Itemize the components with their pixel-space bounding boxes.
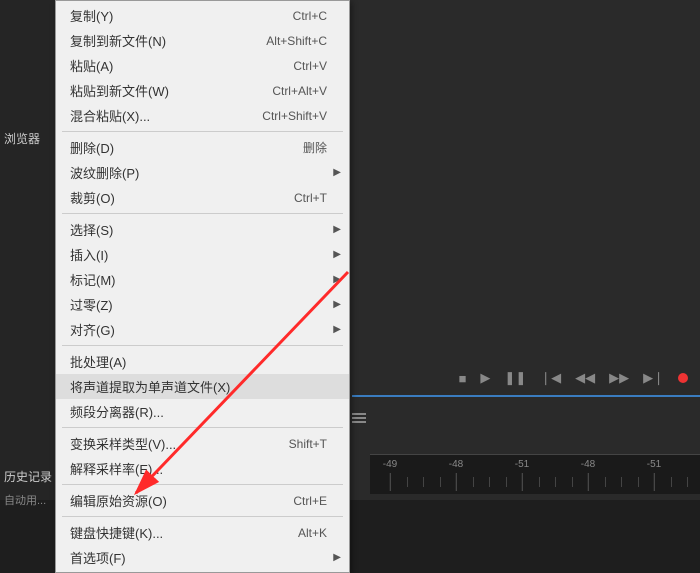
menu-shortcut: Shift+T: [289, 437, 327, 451]
menu-item[interactable]: 选择(S) ▶: [56, 217, 349, 242]
menu-separator: [62, 131, 343, 132]
submenu-arrow-icon: ▶: [333, 274, 341, 285]
left-panel: 浏览器 历史记录 自动用...: [0, 0, 60, 500]
hamburger-icon[interactable]: [352, 413, 372, 423]
menu-item-label: 变换采样类型(V)...: [70, 434, 176, 453]
menu-item-label: 对齐(G): [70, 320, 115, 339]
menu-item-label: 复制到新文件(N): [70, 31, 166, 50]
menu-item[interactable]: 粘贴到新文件(W) Ctrl+Alt+V: [56, 78, 349, 103]
submenu-arrow-icon: ▶: [333, 552, 341, 563]
menu-item[interactable]: 裁剪(O) Ctrl+T: [56, 185, 349, 210]
ruler-tick: -48: [449, 459, 463, 470]
menu-item[interactable]: 频段分离器(R)...: [56, 399, 349, 424]
menu-item[interactable]: 删除(D) 删除: [56, 135, 349, 160]
menu-item-label: 插入(I): [70, 245, 108, 264]
menu-item-label: 解释采样率(E)...: [70, 459, 163, 478]
auto-label: 自动用...: [4, 492, 46, 508]
submenu-arrow-icon: ▶: [333, 167, 341, 178]
menu-item[interactable]: 键盘快捷键(K)... Alt+K: [56, 520, 349, 545]
menu-item[interactable]: 将声道提取为单声道文件(X): [56, 374, 349, 399]
timeline-divider: [352, 395, 700, 397]
menu-item-label: 标记(M): [70, 270, 116, 289]
menu-item[interactable]: 混合粘贴(X)... Ctrl+Shift+V: [56, 103, 349, 128]
menu-item-label: 首选项(F): [70, 548, 126, 567]
menu-item-label: 裁剪(O): [70, 188, 115, 207]
menu-item[interactable]: 对齐(G) ▶: [56, 317, 349, 342]
menu-shortcut: Ctrl+T: [294, 191, 327, 205]
pause-button[interactable]: ❚❚: [504, 370, 526, 386]
menu-item[interactable]: 标记(M) ▶: [56, 267, 349, 292]
rewind-button[interactable]: ◀◀: [575, 370, 595, 386]
menu-item-label: 波纹删除(P): [70, 163, 139, 182]
menu-shortcut: 删除: [303, 139, 327, 156]
menu-item-label: 复制(Y): [70, 6, 113, 25]
menu-separator: [62, 213, 343, 214]
menu-item[interactable]: 首选项(F) ▶: [56, 545, 349, 570]
stop-button[interactable]: ■: [459, 371, 467, 386]
menu-shortcut: Ctrl+C: [293, 9, 327, 23]
menu-item[interactable]: 波纹删除(P) ▶: [56, 160, 349, 185]
menu-shortcut: Ctrl+Shift+V: [262, 109, 327, 123]
editor-area: [350, 0, 700, 500]
submenu-arrow-icon: ▶: [333, 324, 341, 335]
menu-item-label: 选择(S): [70, 220, 113, 239]
menu-item-label: 混合粘贴(X)...: [70, 106, 150, 125]
menu-item-label: 将声道提取为单声道文件(X): [70, 377, 230, 396]
prev-button[interactable]: ❘◀: [540, 370, 561, 386]
menu-item[interactable]: 粘贴(A) Ctrl+V: [56, 53, 349, 78]
menu-shortcut: Ctrl+Alt+V: [272, 84, 327, 98]
record-button[interactable]: [678, 373, 688, 383]
context-menu[interactable]: 复制(Y) Ctrl+C 复制到新文件(N) Alt+Shift+C 粘贴(A) Ctrl…: [55, 0, 350, 573]
menu-item-label: 批处理(A): [70, 352, 126, 371]
play-button[interactable]: ▶: [480, 370, 490, 386]
menu-item-label: 过零(Z): [70, 295, 113, 314]
menu-separator: [62, 427, 343, 428]
menu-item-label: 键盘快捷键(K)...: [70, 523, 163, 542]
next-button[interactable]: ▶❘: [643, 370, 664, 386]
ruler-tick: -51: [647, 459, 661, 470]
submenu-arrow-icon: ▶: [333, 224, 341, 235]
menu-item-label: 粘贴到新文件(W): [70, 81, 169, 100]
menu-item-label: 频段分离器(R)...: [70, 402, 164, 421]
menu-item[interactable]: 变换采样类型(V)... Shift+T: [56, 431, 349, 456]
menu-shortcut: Ctrl+V: [293, 59, 327, 73]
menu-item-label: 删除(D): [70, 138, 114, 157]
submenu-arrow-icon: ▶: [333, 249, 341, 260]
menu-item[interactable]: 编辑原始资源(O) Ctrl+E: [56, 488, 349, 513]
menu-separator: [62, 345, 343, 346]
menu-item[interactable]: 解释采样率(E)...: [56, 456, 349, 481]
ruler-tick: -49: [383, 459, 397, 470]
transport-controls: ■ ▶ ❚❚ ❘◀ ◀◀ ▶▶ ▶❘: [459, 370, 688, 386]
menu-item[interactable]: 过零(Z) ▶: [56, 292, 349, 317]
menu-item[interactable]: 插入(I) ▶: [56, 242, 349, 267]
menu-item-label: 编辑原始资源(O): [70, 491, 167, 510]
history-label[interactable]: 历史记录: [4, 468, 52, 485]
submenu-arrow-icon: ▶: [333, 299, 341, 310]
menu-item[interactable]: 批处理(A): [56, 349, 349, 374]
menu-separator: [62, 484, 343, 485]
db-ruler: -49-48-51-48-51-51: [370, 454, 700, 494]
ruler-tick: -48: [581, 459, 595, 470]
menu-shortcut: Ctrl+E: [293, 494, 327, 508]
ruler-tick: -51: [515, 459, 529, 470]
menu-shortcut: Alt+K: [298, 526, 327, 540]
menu-item[interactable]: 复制(Y) Ctrl+C: [56, 3, 349, 28]
browser-label[interactable]: 浏览器: [4, 130, 40, 147]
menu-separator: [62, 516, 343, 517]
menu-item[interactable]: 复制到新文件(N) Alt+Shift+C: [56, 28, 349, 53]
menu-item-label: 粘贴(A): [70, 56, 113, 75]
ffwd-button[interactable]: ▶▶: [609, 370, 629, 386]
menu-shortcut: Alt+Shift+C: [266, 34, 327, 48]
